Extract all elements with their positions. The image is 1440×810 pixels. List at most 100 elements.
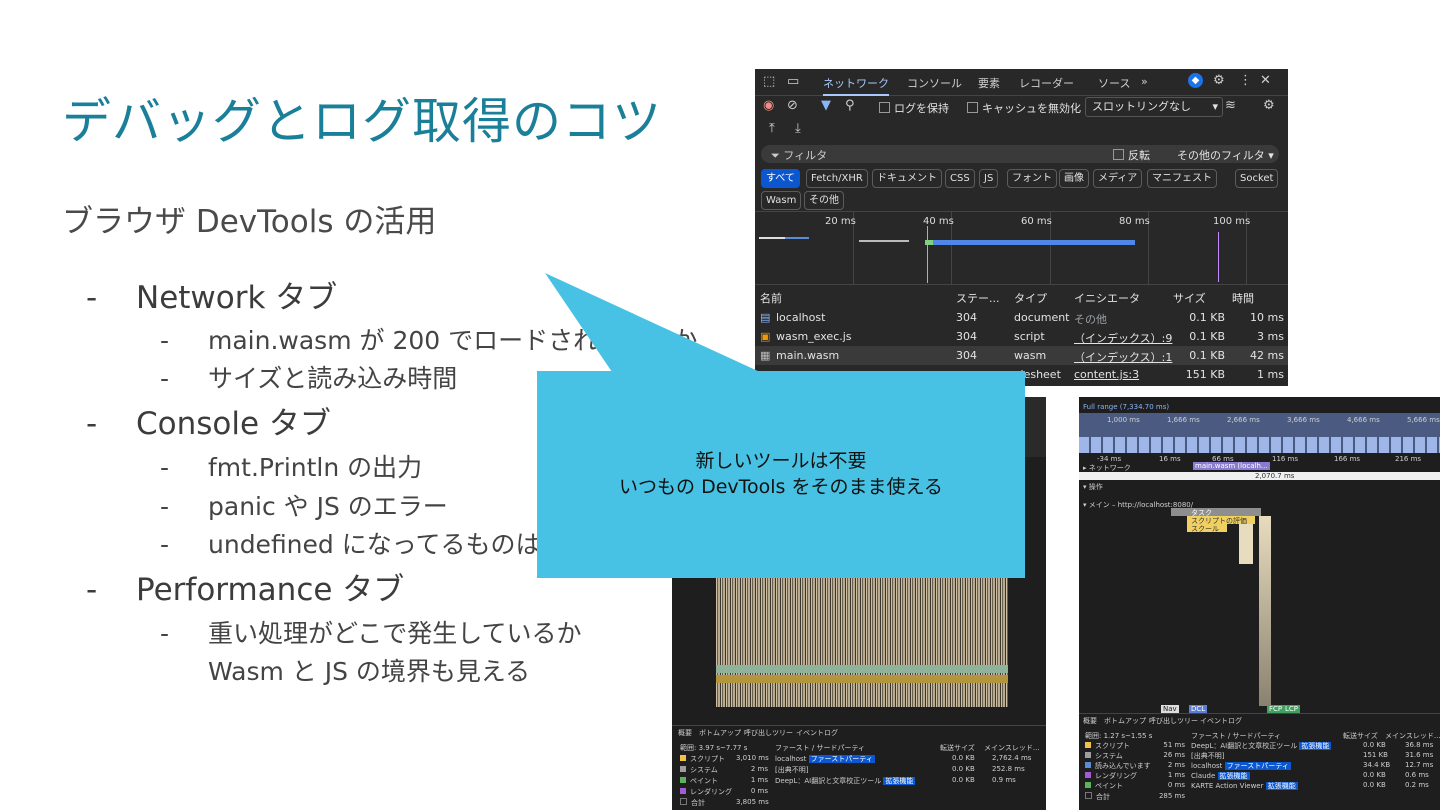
filter-chip-other[interactable]: その他 xyxy=(804,191,844,210)
col-type[interactable]: タイプ xyxy=(1014,290,1047,306)
request-row[interactable]: ▤ localhost 304 document その他 0.1 KB 10 m… xyxy=(755,308,1288,327)
col-status[interactable]: ステー... xyxy=(956,290,1000,306)
initiator-link[interactable]: （インデックス）:1 xyxy=(1074,349,1172,365)
network-conditions-icon[interactable]: ≋ xyxy=(1225,98,1236,113)
table-row[interactable]: DeepL：AI翻訳と文章校正ツール 拡張機能 xyxy=(1191,741,1332,751)
filter-chip-css[interactable]: CSS xyxy=(945,169,975,188)
more-filters-dropdown[interactable]: その他のフィルタ ▾ xyxy=(1177,147,1274,163)
summary-rendering: レンダリング 1 ms xyxy=(1085,771,1185,781)
tab-sources[interactable]: ソース xyxy=(1098,75,1130,91)
bullet-text: fmt.Println の出力 xyxy=(208,453,423,482)
device-toolbar-icon[interactable]: ▭ xyxy=(787,74,799,89)
cell-size: 0.0 KB xyxy=(952,765,975,773)
summary-system: システム 26 ms xyxy=(1085,751,1185,761)
table-row[interactable]: localhost ファーストパーティ xyxy=(775,754,875,764)
col-size[interactable]: サイズ xyxy=(1173,290,1206,306)
cell-time: 12.7 ms xyxy=(1405,761,1434,769)
table-row[interactable]: DeepL：AI翻訳と文章校正ツール 拡張機能 xyxy=(775,776,916,786)
sub-bullet: - main.wasm が 200 でロードされているか xyxy=(160,321,697,357)
tab-bottom-up[interactable]: ボトムアップ xyxy=(1104,716,1146,726)
initiator-link[interactable]: （インデックス）:9 xyxy=(1074,330,1172,346)
col-initiator[interactable]: イニシエータ xyxy=(1074,290,1140,306)
slide-title: デバッグとログ取得のコツ xyxy=(62,93,663,150)
full-range-label: Full range (7,334.70 ms) xyxy=(1083,403,1170,411)
tab-console[interactable]: コンソール xyxy=(907,75,962,91)
upload-icon[interactable]: ⤒ xyxy=(769,121,775,136)
download-icon[interactable]: ⤓ xyxy=(795,121,801,136)
ai-assistance-icon[interactable]: ◆ xyxy=(1188,73,1203,88)
record-icon[interactable]: ◉ xyxy=(763,98,774,113)
more-tabs-button[interactable]: » xyxy=(1141,75,1148,88)
table-row[interactable]: [出典不明] xyxy=(1191,751,1224,761)
table-row[interactable]: [出典不明] xyxy=(775,765,808,775)
col-time[interactable]: 時間 xyxy=(1232,290,1254,306)
tick: 116 ms xyxy=(1272,455,1299,463)
tick-label: 80 ms xyxy=(1119,216,1150,227)
throttling-select[interactable]: スロットリングなし ▾ xyxy=(1085,97,1223,117)
filter-chip-fetch[interactable]: Fetch/XHR xyxy=(806,169,868,188)
tab-network[interactable]: ネットワーク xyxy=(823,75,889,96)
sub-bullet: - panic や JS のエラー xyxy=(160,487,448,523)
range-label: 範囲: 1.27 s~1.55 s xyxy=(1085,732,1153,740)
request-row[interactable]: ▦ main.wasm 304 wasm （インデックス）:1 0.1 KB 4… xyxy=(755,346,1288,365)
summary-total: 合計 285 ms xyxy=(1085,792,1185,802)
tab-elements[interactable]: 要素 xyxy=(978,75,1000,91)
filter-chip-js[interactable]: JS xyxy=(979,169,999,188)
table-row[interactable]: localhost ファーストパーティ xyxy=(1191,761,1291,771)
filter-input[interactable]: ⏷ フィルタ 反転 その他のフィルタ ▾ xyxy=(761,145,1279,163)
kebab-menu-icon[interactable]: ⋮ xyxy=(1239,73,1252,88)
filter-chip-socket[interactable]: Socket xyxy=(1235,169,1279,188)
disable-cache-checkbox[interactable]: キャッシュを無効化 xyxy=(967,100,1081,116)
filter-chip-font[interactable]: フォント xyxy=(1007,169,1057,188)
filter-chip-all[interactable]: すべて xyxy=(761,169,800,188)
legend-swatch xyxy=(1085,752,1091,758)
bullet-text: main.wasm が 200 でロードされているか xyxy=(208,326,698,355)
inspect-icon[interactable]: ⬚ xyxy=(763,74,775,89)
preserve-log-checkbox[interactable]: ログを保持 xyxy=(879,100,949,116)
tab-call-tree[interactable]: 呼び出しツリー xyxy=(1149,716,1198,726)
screenshot-strip xyxy=(1079,437,1440,453)
col-name[interactable]: 名前 xyxy=(760,290,782,306)
flame-chart-paint xyxy=(716,665,1008,673)
search-icon[interactable]: ⚲ xyxy=(845,98,855,113)
clear-icon[interactable]: ⊘ xyxy=(787,98,798,113)
ops-track-label[interactable]: ▾ 操作 xyxy=(1083,482,1103,492)
tab-call-tree[interactable]: 呼び出しツリー xyxy=(744,728,793,738)
bullet-dash: - xyxy=(160,326,170,355)
cell-time: 36.8 ms xyxy=(1405,741,1434,749)
filter-chip-manifest[interactable]: マニフェスト xyxy=(1147,169,1217,188)
divider xyxy=(672,725,1046,726)
request-row[interactable]: ▣ wasm_exec.js 304 script （インデックス）:9 0.1… xyxy=(755,327,1288,346)
tab-event-log[interactable]: イベントログ xyxy=(796,728,838,738)
tick: 16 ms xyxy=(1159,455,1181,463)
wasm-icon: ▦ xyxy=(760,349,771,362)
filter-icon[interactable]: ▼ xyxy=(821,98,831,113)
gear-icon[interactable]: ⚙ xyxy=(1213,73,1225,88)
tab-recorder[interactable]: レコーダー xyxy=(1019,75,1074,91)
tab-bottom-up[interactable]: ボトムアップ xyxy=(699,728,741,738)
network-overview-timeline[interactable]: 20 ms 40 ms 60 ms 80 ms 100 ms xyxy=(755,211,1288,285)
tab-event-log[interactable]: イベントログ xyxy=(1200,716,1242,726)
invert-checkbox[interactable]: 反転 xyxy=(1113,147,1150,163)
call-stack xyxy=(1239,524,1253,564)
sub-bullet-continuation: Wasm と JS の境界も見える xyxy=(208,657,531,686)
filter-chip-wasm[interactable]: Wasm xyxy=(761,191,802,210)
col-transfer: 転送サイズ xyxy=(940,744,975,752)
tab-summary[interactable]: 概要 xyxy=(1083,716,1097,726)
network-bar[interactable]: main.wasm (localh... xyxy=(1193,462,1270,470)
sub-bullet: - 重い処理がどこで発生しているか xyxy=(160,614,582,650)
initiator-link[interactable]: content.js:3 xyxy=(1074,368,1139,381)
legend-swatch xyxy=(1085,742,1091,748)
filter-chip-document[interactable]: ドキュメント xyxy=(872,169,942,188)
table-row[interactable]: KARTE Action Viewer 拡張機能 xyxy=(1191,781,1298,791)
cell-size: 0.0 KB xyxy=(952,754,975,762)
network-settings-icon[interactable]: ⚙ xyxy=(1263,98,1275,113)
close-icon[interactable]: ✕ xyxy=(1260,73,1271,88)
tab-summary[interactable]: 概要 xyxy=(678,728,692,738)
filter-chip-image[interactable]: 画像 xyxy=(1059,169,1089,188)
bullet-performance: - Performance タブ xyxy=(86,564,404,609)
col-main-thread: メインスレッド... xyxy=(984,744,1040,752)
table-row[interactable]: Claude 拡張機能 xyxy=(1191,771,1250,781)
filter-chip-media[interactable]: メディア xyxy=(1093,169,1143,188)
slide-subtitle: ブラウザ DevTools の活用 xyxy=(62,204,437,240)
